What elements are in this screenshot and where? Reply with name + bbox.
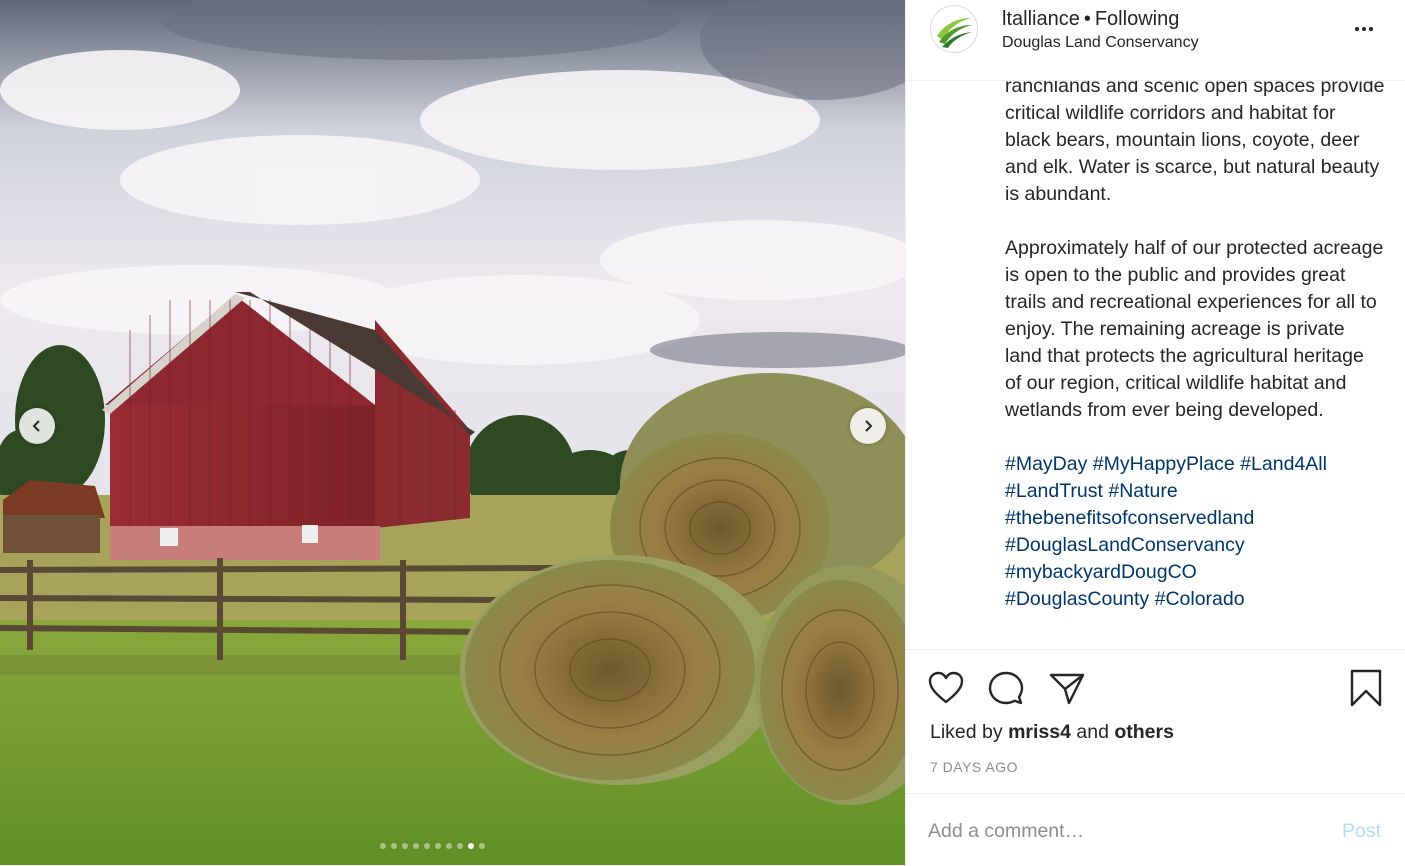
carousel-dot [424, 843, 430, 849]
post-comment-button[interactable]: Post [1342, 816, 1381, 846]
post-caption: ranchlands and scenic open spaces provid… [1005, 81, 1385, 613]
comment-icon [988, 671, 1024, 705]
carousel-dot-active [468, 843, 474, 849]
hashtag-link[interactable]: #LandTrust [1005, 480, 1103, 502]
more-options-button[interactable] [1346, 14, 1382, 44]
carousel-prev-button[interactable] [19, 408, 55, 444]
carousel-dot [435, 843, 441, 849]
hashtag-link[interactable]: #Land4All [1240, 453, 1327, 475]
carousel-next-button[interactable] [850, 408, 886, 444]
save-button[interactable] [1346, 668, 1386, 708]
like-button[interactable] [926, 668, 966, 708]
hashtag-list: #MayDay #MyHappyPlace #Land4All #LandTru… [1005, 451, 1385, 613]
avatar[interactable] [930, 5, 978, 53]
more-options-icon [1355, 27, 1359, 31]
caption-scroll-area[interactable]: ranchlands and scenic open spaces provid… [906, 81, 1405, 649]
post-timestamp[interactable]: 7 DAYS AGO [930, 758, 1018, 776]
hashtag-link[interactable]: #MyHappyPlace [1093, 453, 1235, 475]
more-options-icon-dot [1369, 27, 1373, 31]
barn-hay-photo [0, 0, 905, 865]
share-button[interactable] [1047, 668, 1087, 708]
likes-summary: Liked by mriss4 and others [930, 719, 1174, 745]
chevron-right-icon [865, 420, 873, 432]
likes-others-link[interactable]: others [1114, 721, 1174, 743]
land-trust-logo-icon [937, 18, 972, 48]
carousel-dot [391, 843, 397, 849]
comment-bar: Post [906, 793, 1405, 866]
hashtag-link[interactable]: #Colorado [1155, 588, 1245, 610]
caption-paragraph: ranchlands and scenic open spaces provid… [1005, 81, 1385, 205]
post-image [0, 0, 905, 865]
caption-paragraph: Approximately half of our protected acre… [1005, 237, 1384, 421]
carousel-indicator [380, 843, 485, 853]
hashtag-link[interactable]: #Nature [1108, 480, 1177, 502]
hashtag-link[interactable]: #DouglasLandConservancy [1005, 534, 1245, 556]
username-link[interactable]: ltalliance [1002, 8, 1080, 30]
carousel-dot [479, 843, 485, 849]
post-sidebar: ltalliance • Following Douglas Land Conser… [905, 0, 1405, 865]
hashtag-link[interactable]: #mybackyardDougCO [1005, 561, 1197, 583]
chevron-left-icon [32, 420, 40, 432]
comment-button[interactable] [986, 668, 1026, 708]
hashtag-link[interactable]: #DouglasCounty [1005, 588, 1149, 610]
carousel-dot [446, 843, 452, 849]
separator-dot: • [1083, 8, 1091, 30]
liker-username-link[interactable]: mriss4 [1008, 721, 1071, 743]
carousel-dot [402, 843, 408, 849]
carousel-dot [457, 843, 463, 849]
carousel-dot [380, 843, 386, 849]
location-link[interactable]: Douglas Land Conservancy [1002, 33, 1199, 53]
heart-icon [928, 671, 964, 704]
post-header: ltalliance • Following Douglas Land Conser… [906, 0, 1405, 81]
bookmark-icon [1350, 669, 1382, 707]
likes-prefix: Liked by [930, 721, 1003, 743]
username-line: ltalliance • Following [1002, 7, 1179, 31]
post-actions: Liked by mriss4 and others 7 DAYS AGO [906, 649, 1405, 794]
likes-conjunction: and [1076, 721, 1109, 743]
carousel-dot [413, 843, 419, 849]
share-icon [1049, 673, 1085, 705]
hashtag-link[interactable]: #MayDay [1005, 453, 1087, 475]
hashtag-link[interactable]: #thebenefitsofconservedland [1005, 507, 1254, 529]
comment-input[interactable] [928, 816, 1308, 846]
follow-status-button[interactable]: Following [1095, 8, 1179, 30]
more-options-icon-dot [1362, 27, 1366, 31]
